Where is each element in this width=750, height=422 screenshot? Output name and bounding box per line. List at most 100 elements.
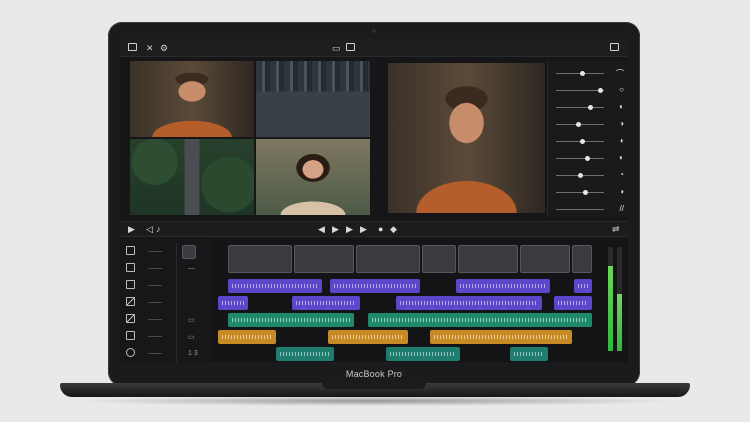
volume-icon[interactable]: ♪ bbox=[156, 224, 161, 234]
audio-clip[interactable] bbox=[430, 330, 572, 344]
close-icon[interactable]: ✕ bbox=[146, 43, 154, 53]
track-name-placeholder bbox=[148, 302, 162, 303]
slider-knob[interactable] bbox=[580, 139, 586, 144]
audio-clip[interactable] bbox=[368, 313, 592, 327]
track-divider bbox=[176, 294, 177, 311]
play-icon[interactable]: ▶ bbox=[128, 224, 135, 235]
video-clip[interactable] bbox=[520, 245, 570, 273]
audio-clip[interactable] bbox=[456, 279, 550, 293]
track-toggle-icon[interactable] bbox=[126, 314, 135, 323]
record-icon[interactable]: ● bbox=[378, 224, 383, 234]
step-icon[interactable]: ▶ bbox=[360, 224, 367, 235]
rewind-icon[interactable]: ◁ bbox=[146, 224, 153, 235]
angle-1-man[interactable] bbox=[130, 61, 254, 137]
audio-lane-2 bbox=[218, 296, 594, 311]
main-viewer[interactable] bbox=[388, 63, 545, 213]
loop-icon[interactable]: ◆ bbox=[390, 224, 397, 235]
inspector-slider[interactable]: ◑ bbox=[554, 119, 624, 130]
track-toggle-icon[interactable] bbox=[126, 280, 135, 289]
slider-knob[interactable] bbox=[585, 156, 591, 161]
audio-clip[interactable] bbox=[330, 279, 420, 293]
track-name-placeholder bbox=[148, 251, 162, 252]
audio-clip[interactable] bbox=[328, 330, 408, 344]
video-clip[interactable] bbox=[294, 245, 354, 273]
slider-knob[interactable] bbox=[580, 71, 586, 76]
play-main-icon[interactable]: ▶ bbox=[332, 224, 339, 235]
inspector-glyph-icon: ◑ bbox=[619, 119, 624, 128]
inspector-glyph-icon: ◑ bbox=[619, 187, 624, 196]
angle-3-forest[interactable] bbox=[130, 139, 254, 215]
video-clip[interactable] bbox=[458, 245, 518, 273]
transport-bar: ▶ ◁ ♪ ◀ ▶ ▶ ▶ ● ◆ ⇌ bbox=[120, 221, 628, 237]
inspector-slider[interactable]: // bbox=[554, 204, 624, 215]
settings-icon[interactable]: ⚙ bbox=[160, 43, 168, 53]
track-header-row[interactable]: ▭ bbox=[120, 311, 212, 328]
slider-track bbox=[556, 90, 604, 91]
audio-clip[interactable] bbox=[218, 296, 248, 310]
inspector-slider[interactable]: ○ bbox=[554, 85, 624, 96]
slider-knob[interactable] bbox=[598, 88, 604, 93]
track-divider bbox=[176, 345, 177, 362]
video-clip[interactable] bbox=[228, 245, 292, 273]
inspector-glyph-icon: ◐ bbox=[619, 153, 624, 162]
track-toggle-icon[interactable] bbox=[126, 297, 135, 306]
inspector-slider[interactable]: ◖ bbox=[554, 136, 624, 147]
sidebar-icon[interactable] bbox=[128, 43, 137, 51]
camera-icon[interactable]: ▭ bbox=[332, 43, 341, 53]
slider-knob[interactable] bbox=[575, 122, 581, 127]
track-mini-icon: ▭ bbox=[188, 334, 195, 341]
video-clip[interactable] bbox=[572, 245, 592, 273]
inspector-glyph-icon: ⌒ bbox=[616, 69, 624, 78]
thumbnail bbox=[182, 245, 196, 259]
audio-clip[interactable] bbox=[228, 279, 322, 293]
video-clip[interactable] bbox=[356, 245, 420, 273]
color-inspector: ⌒ ○ ◐ ◑ ◖ ◐ ◔ ◑ // bbox=[547, 61, 628, 217]
timeline: — ▭ ▭ 1 3 bbox=[120, 239, 628, 362]
mixer-icon[interactable]: ⇌ bbox=[612, 224, 620, 235]
slider-knob[interactable] bbox=[578, 173, 583, 178]
track-header-row[interactable]: ▭ bbox=[120, 328, 212, 345]
track-toggle-icon[interactable] bbox=[126, 348, 135, 357]
track-header-row[interactable]: 1 3 bbox=[120, 345, 212, 362]
track-toggle-icon[interactable] bbox=[126, 263, 135, 272]
audio-clip[interactable] bbox=[218, 330, 276, 344]
video-clip[interactable] bbox=[422, 245, 456, 273]
track-header-row[interactable] bbox=[120, 294, 212, 311]
audio-clip[interactable] bbox=[228, 313, 354, 327]
slider-track bbox=[556, 192, 604, 193]
track-name-placeholder bbox=[148, 336, 162, 337]
track-toggle-icon[interactable] bbox=[126, 246, 135, 255]
inspector-slider[interactable]: ◔ bbox=[554, 170, 624, 181]
track-header-row[interactable] bbox=[120, 277, 212, 294]
audio-clip[interactable] bbox=[396, 296, 542, 310]
brand-label: MacBook Pro bbox=[345, 369, 403, 379]
video-lane bbox=[218, 245, 594, 273]
inspector-slider[interactable]: ◐ bbox=[554, 153, 624, 164]
inspector-glyph-icon: ◐ bbox=[619, 102, 624, 111]
editor-screen: ✕ ⚙ ▭ ⌒ ○ ◐ ◑ ◖ ◐ ◔ ◑ // ▶ ◁ ♪ ◀ ▶ ▶ ▶ ● ◆ bbox=[120, 39, 628, 362]
audio-clip[interactable] bbox=[386, 347, 460, 361]
audio-clip[interactable] bbox=[292, 296, 360, 310]
angle-4-woman[interactable] bbox=[256, 139, 370, 215]
track-toggle-icon[interactable] bbox=[126, 331, 135, 340]
slider-track bbox=[556, 158, 604, 159]
audio-clip[interactable] bbox=[276, 347, 334, 361]
inspector-slider[interactable]: ◐ bbox=[554, 102, 624, 113]
track-headers: — ▭ ▭ 1 3 bbox=[120, 239, 212, 362]
skip-forward-icon[interactable]: ▶ bbox=[346, 224, 353, 235]
slider-knob[interactable] bbox=[587, 105, 593, 110]
slider-knob[interactable] bbox=[582, 190, 588, 195]
audio-lane-1 bbox=[218, 279, 594, 294]
angle-2-city[interactable] bbox=[256, 61, 370, 137]
audio-clip[interactable] bbox=[510, 347, 548, 361]
inspector-slider[interactable]: ◑ bbox=[554, 187, 624, 198]
skip-back-icon[interactable]: ◀ bbox=[318, 224, 325, 235]
track-header-row[interactable] bbox=[120, 243, 212, 260]
track-divider bbox=[176, 277, 177, 294]
display-icon[interactable] bbox=[346, 43, 355, 51]
audio-clip[interactable] bbox=[554, 296, 592, 310]
inspector-slider[interactable]: ⌒ bbox=[554, 69, 624, 79]
track-header-row[interactable]: — bbox=[120, 260, 212, 277]
window-icon[interactable] bbox=[610, 43, 619, 51]
audio-clip[interactable] bbox=[574, 279, 592, 293]
